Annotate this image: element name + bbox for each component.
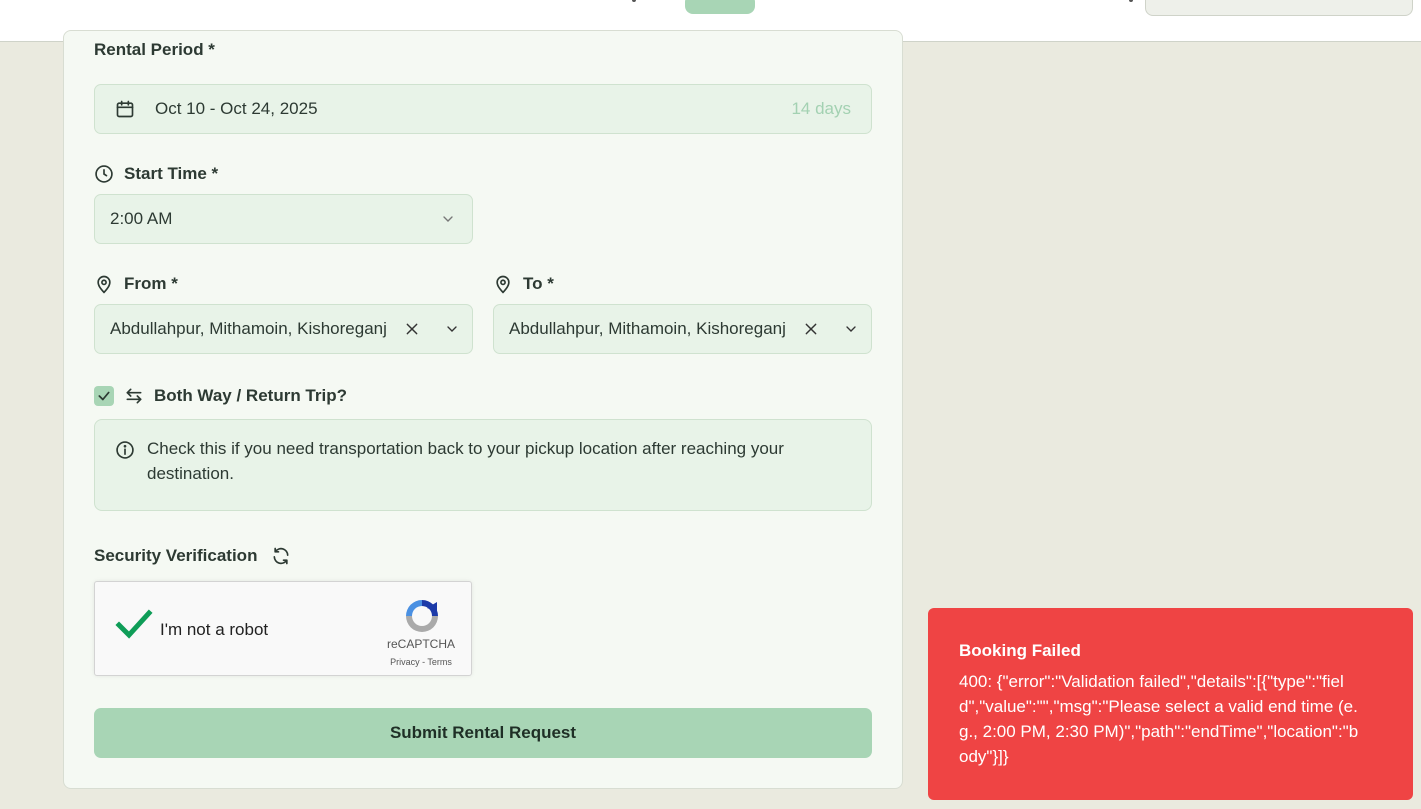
to-location-select[interactable]: Abdullahpur, Mithamoin, Kishoreganj [493, 304, 872, 354]
return-trip-info-text: Check this if you need transportation ba… [147, 439, 784, 483]
from-location-select[interactable]: Abdullahpur, Mithamoin, Kishoreganj [94, 304, 473, 354]
rental-period-label: Rental Period * [94, 40, 215, 60]
header-text-fragment [632, 0, 636, 2]
from-label: From * [94, 274, 178, 294]
both-way-row: Both Way / Return Trip? [94, 386, 347, 406]
chevron-down-icon [440, 211, 456, 227]
rental-period-label-text: Rental Period * [94, 40, 215, 59]
start-time-value: 2:00 AM [110, 209, 173, 228]
to-label-text: To * [523, 274, 554, 293]
toast-title: Booking Failed [959, 641, 1081, 660]
from-location-value: Abdullahpur, Mithamoin, Kishoreganj [110, 319, 387, 338]
recaptcha-label: I'm not a robot [160, 620, 269, 639]
refresh-icon[interactable] [271, 546, 291, 566]
to-location-value: Abdullahpur, Mithamoin, Kishoreganj [509, 319, 786, 338]
from-label-text: From * [124, 274, 178, 293]
recaptcha-links[interactable]: Privacy - Terms [375, 657, 467, 667]
map-pin-icon [493, 274, 513, 294]
to-label: To * [493, 274, 554, 294]
error-toast: Booking Failed 400: {"error":"Validation… [928, 608, 1413, 800]
return-trip-info: Check this if you need transportation ba… [94, 419, 872, 511]
date-range-value: Oct 10 - Oct 24, 2025 [155, 99, 318, 118]
start-time-label: Start Time * [94, 164, 218, 184]
submit-rental-button[interactable]: Submit Rental Request [94, 708, 872, 758]
header-active-nav-pill[interactable] [685, 0, 755, 14]
map-pin-icon [94, 274, 114, 294]
chevron-down-icon[interactable] [843, 321, 859, 337]
duration-badge: 14 days [791, 99, 851, 118]
security-label-text: Security Verification [94, 546, 258, 565]
toast-message: 400: {"error":"Validation failed","detai… [959, 672, 1359, 766]
header-search-box[interactable] [1145, 0, 1413, 16]
clear-to-icon[interactable] [803, 321, 819, 337]
recaptcha-brand: reCAPTCHA [386, 637, 455, 651]
checkmark-icon[interactable] [115, 608, 153, 640]
swap-arrows-icon [124, 386, 144, 406]
start-time-label-text: Start Time * [124, 164, 219, 183]
clock-icon [94, 164, 114, 184]
calendar-icon [115, 99, 135, 119]
clear-from-icon[interactable] [404, 321, 420, 337]
both-way-label-text: Both Way / Return Trip? [154, 386, 347, 405]
both-way-checkbox[interactable] [94, 386, 114, 406]
recaptcha-logo-icon [401, 596, 443, 636]
info-icon [115, 436, 135, 510]
header-text-fragment [1129, 0, 1133, 2]
date-range-picker[interactable]: Oct 10 - Oct 24, 2025 14 days [94, 84, 872, 134]
start-time-select[interactable]: 2:00 AM [94, 194, 473, 244]
security-verification-label: Security Verification [94, 546, 291, 566]
chevron-down-icon[interactable] [444, 321, 460, 337]
recaptcha-widget: I'm not a robot reCAPTCHA Privacy - Term… [94, 581, 472, 676]
